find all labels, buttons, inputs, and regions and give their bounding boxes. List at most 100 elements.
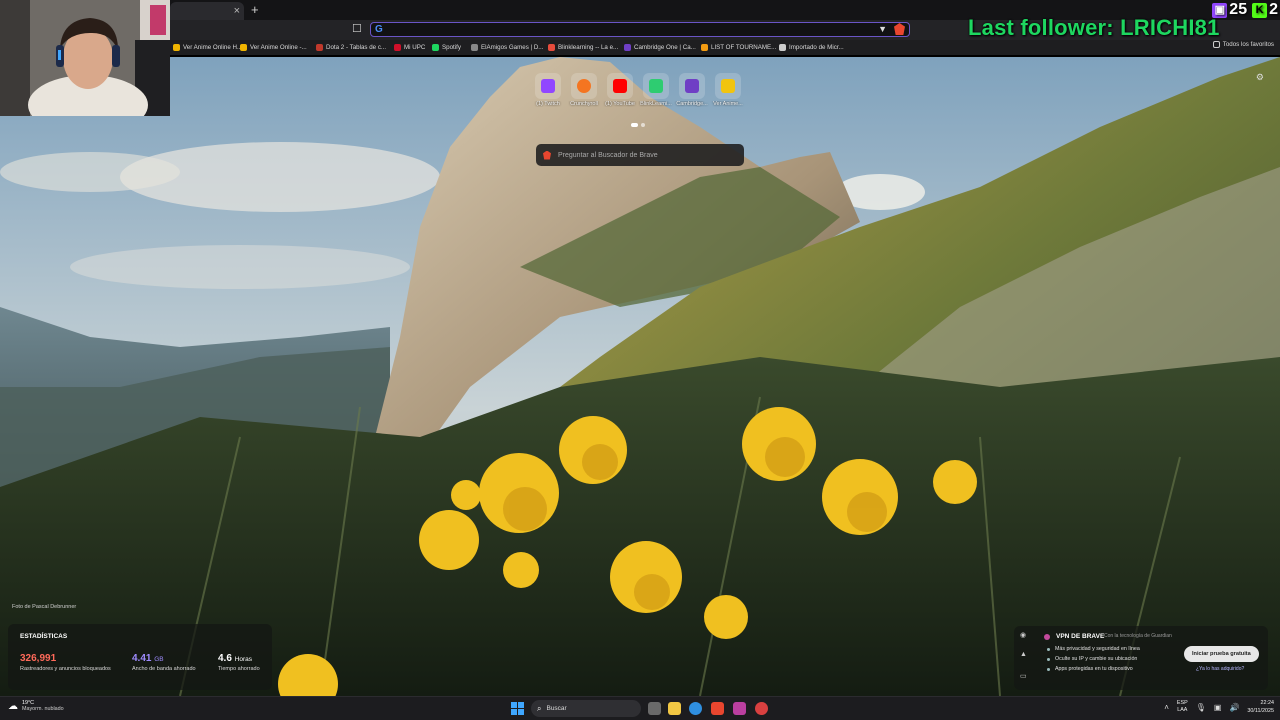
start-free-trial-button[interactable]: Iniciar prueba gratuita xyxy=(1184,646,1259,662)
chevron-up-icon[interactable]: ˄ xyxy=(1164,703,1169,712)
volume-icon[interactable]: 🔊 xyxy=(1229,703,1239,712)
cloudy-weather-icon: ☁ xyxy=(8,700,18,712)
stat-value: 326,991 xyxy=(20,653,57,664)
obs-icon[interactable] xyxy=(755,702,768,715)
wallet-icon[interactable]: ▭ xyxy=(1020,672,1027,680)
file-explorer-icon[interactable] xyxy=(668,702,681,715)
search-icon: ⌕ xyxy=(537,703,542,713)
bullet-icon xyxy=(1047,667,1050,671)
tile-icon-box xyxy=(643,73,669,99)
bookmark-label: Importado de Micr... xyxy=(789,44,844,51)
search-placeholder: Preguntar al Buscador de Brave xyxy=(558,151,658,159)
task-view-icon[interactable] xyxy=(648,702,661,715)
bookmark-item[interactable]: Ver Anime Online H... xyxy=(173,41,242,54)
vpn-widget: ◉ ▲ ▭ VPN DE BRAVE Con la tecnología de … xyxy=(1014,626,1268,690)
tile-label: Crunchyroll xyxy=(570,101,598,107)
bookmark-favicon-icon xyxy=(701,44,708,51)
windows-start-icon[interactable] xyxy=(511,702,524,715)
bookmark-page-icon[interactable]: ☐ xyxy=(352,22,362,35)
tile-label: Ver Anime... xyxy=(713,101,743,107)
shield-icon[interactable]: ◉ xyxy=(1020,631,1026,639)
brave-search-box[interactable]: Preguntar al Buscador de Brave xyxy=(536,144,744,166)
vpn-logo-icon xyxy=(1044,634,1050,640)
top-site-tile[interactable]: (1) Twitch xyxy=(534,73,562,107)
taskbar-search[interactable]: ⌕ Buscar xyxy=(531,700,641,717)
bookmark-favicon-icon xyxy=(240,44,247,51)
already-purchased-link[interactable]: ¿Ya lo has adquirido? xyxy=(1196,666,1244,672)
tile-label: BlinkLearni... xyxy=(640,101,672,107)
bookmark-favicon-icon xyxy=(173,44,180,51)
top-site-tile[interactable]: Cambridge... xyxy=(676,73,708,107)
twitch-viewer-count: 25 xyxy=(1229,1,1248,18)
brave-rewards-icon[interactable] xyxy=(894,23,905,35)
address-bar[interactable]: G ▼ xyxy=(370,22,910,37)
clock-time: 22:24 xyxy=(1260,700,1275,706)
pager-dot[interactable] xyxy=(631,123,638,127)
tile-icon-box xyxy=(607,73,633,99)
tab-close-icon[interactable]: × xyxy=(234,3,240,19)
stat-label: Tiempo ahorrado xyxy=(218,666,260,672)
last-follower-overlay: Last follower: LRICHI81 xyxy=(968,15,1220,40)
bookmark-label: Ver Anime Online -... xyxy=(250,44,307,51)
microphone-icon[interactable]: 🎙 xyxy=(1196,703,1206,712)
warning-icon[interactable]: ▲ xyxy=(1020,651,1027,658)
taskbar-search-label: Buscar xyxy=(546,705,567,712)
bookmark-item[interactable]: Blinklearning -- La e... xyxy=(548,41,618,54)
top-site-tile[interactable]: BlinkLearni... xyxy=(640,73,672,107)
network-icon[interactable]: ▣ xyxy=(1214,703,1222,712)
bookmark-item[interactable]: LIST OF TOURNAME... xyxy=(701,41,776,54)
input-language[interactable]: ESP LAA xyxy=(1177,700,1188,714)
brave-lion-icon xyxy=(543,150,551,160)
bookmark-favicon-icon xyxy=(316,44,323,51)
top-site-tile[interactable]: Ver Anime... xyxy=(713,73,743,107)
bookmark-label: Cambridge One | Ca... xyxy=(634,44,696,51)
viewer-counters: ▣ 25 K 2 xyxy=(1212,1,1278,19)
top-sites-grid: (1) Twitch Crunchyroll (1) YouTube Blink… xyxy=(534,73,743,107)
tile-label: (1) YouTube xyxy=(605,101,635,107)
edge-icon[interactable] xyxy=(689,702,702,715)
bookmark-favicon-icon xyxy=(471,44,478,51)
stat-value: 4.6 Horas xyxy=(218,653,253,664)
tile-icon-box xyxy=(679,73,705,99)
bookmark-label: Mi UPC xyxy=(404,44,426,51)
app-icon[interactable] xyxy=(733,702,746,715)
bookmark-item[interactable]: Importado de Micr... xyxy=(779,41,844,54)
blinklearning-icon xyxy=(649,79,663,93)
brave-shields-icon[interactable]: ▼ xyxy=(878,24,887,34)
vpn-feature: Apps protegidas en tu dispositivo xyxy=(1047,666,1133,672)
top-sites-pager xyxy=(631,123,645,127)
bookmark-item[interactable]: Mi UPC xyxy=(394,41,425,54)
bookmark-item[interactable]: Cambridge One | Ca... xyxy=(624,41,696,54)
system-tray: ˄ ESP LAA 🎙 ▣ 🔊 22:24 30/11/2025 xyxy=(1164,699,1274,715)
google-icon: G xyxy=(375,24,383,35)
new-tab-button[interactable]: + xyxy=(251,1,259,19)
pager-dot[interactable] xyxy=(641,123,645,127)
tile-icon-box xyxy=(535,73,561,99)
bookmark-label: Blinklearning -- La e... xyxy=(558,44,619,51)
system-clock[interactable]: 22:24 30/11/2025 xyxy=(1247,699,1274,715)
tile-label: Cambridge... xyxy=(676,101,708,107)
photo-credit[interactable]: Foto de Pascal Debrunner xyxy=(12,604,76,610)
bookmark-item[interactable]: Dota 2 - Tablas de c... xyxy=(316,41,386,54)
tile-label: (1) Twitch xyxy=(536,101,560,107)
bookmark-item[interactable]: Spotify xyxy=(432,41,461,54)
weather-widget[interactable]: ☁ 19°C Mayorm. nublado xyxy=(8,700,64,712)
windows-taskbar: ☁ 19°C Mayorm. nublado ⌕ Buscar ˄ ESP LA… xyxy=(0,696,1280,720)
bookmark-item[interactable]: Ver Anime Online -... xyxy=(240,41,307,54)
tile-icon-box xyxy=(571,73,597,99)
bookmark-label: ElAmigos Games | D... xyxy=(481,44,544,51)
bookmark-favicon-icon xyxy=(548,44,555,51)
twitch-icon: ▣ xyxy=(1212,2,1228,18)
bullet-icon xyxy=(1047,657,1050,661)
bookmark-item[interactable]: ElAmigos Games | D... xyxy=(471,41,543,54)
folder-icon xyxy=(779,44,786,51)
youtube-icon xyxy=(613,79,627,93)
all-favorites-folder[interactable]: Todos los favoritos xyxy=(1212,41,1274,48)
top-site-tile[interactable]: Crunchyroll xyxy=(570,73,598,107)
all-favorites-label: Todos los favoritos xyxy=(1222,41,1274,48)
top-site-tile[interactable]: (1) YouTube xyxy=(605,73,635,107)
active-tab[interactable]: × xyxy=(170,2,244,20)
ntp-settings-gear-icon[interactable]: ⚙ xyxy=(1256,72,1264,83)
weather-description: Mayorm. nublado xyxy=(22,706,64,712)
brave-browser-icon[interactable] xyxy=(711,702,724,715)
